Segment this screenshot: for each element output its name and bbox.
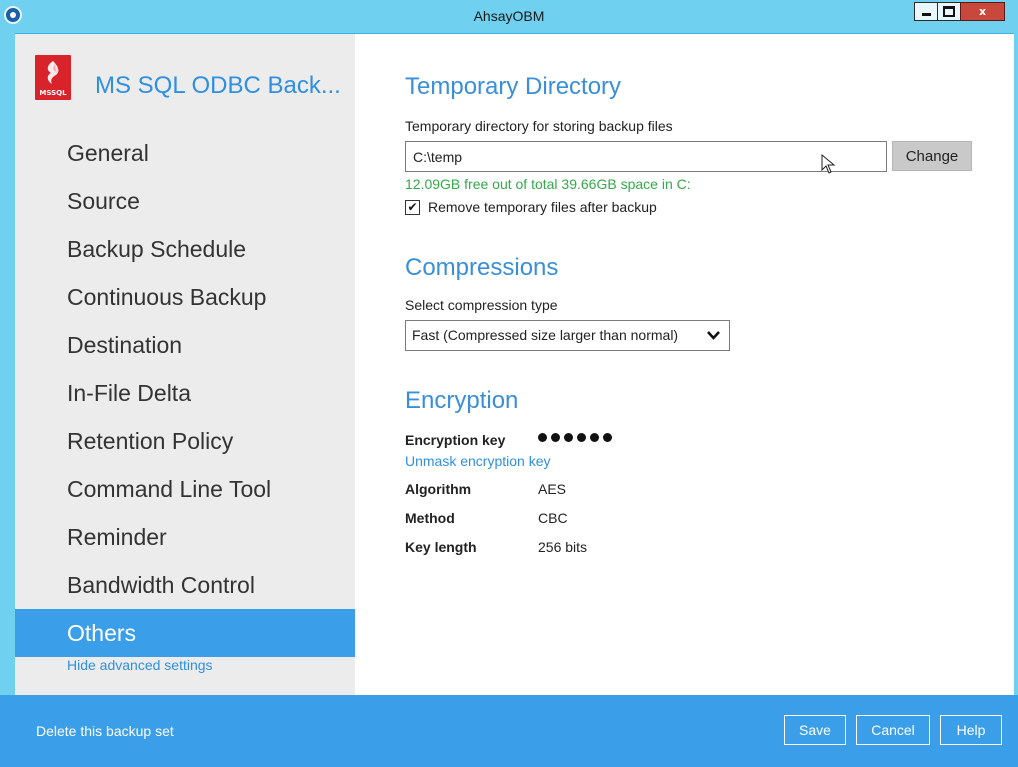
hide-advanced-settings-link[interactable]: Hide advanced settings bbox=[67, 657, 213, 673]
logo-caption: MSSQL bbox=[39, 89, 67, 97]
encryption-key-label: Encryption key bbox=[405, 432, 506, 448]
mssql-logo: MSSQL bbox=[35, 55, 71, 100]
temp-dir-input[interactable] bbox=[405, 141, 887, 172]
footer-bar: Delete this backup set Save Cancel Help bbox=[0, 695, 1018, 767]
unmask-encryption-key-link[interactable]: Unmask encryption key bbox=[405, 453, 551, 469]
title-bar[interactable]: AhsayOBM x bbox=[0, 0, 1018, 34]
delete-backup-set-link[interactable]: Delete this backup set bbox=[36, 723, 174, 739]
chevron-down-icon bbox=[707, 331, 720, 340]
temporary-directory-title: Temporary Directory bbox=[405, 73, 622, 100]
key-length-value: 256 bits bbox=[538, 539, 588, 555]
change-directory-button[interactable]: Change bbox=[892, 141, 972, 171]
save-button[interactable]: Save bbox=[784, 715, 846, 745]
method-label: Method bbox=[405, 510, 455, 526]
minimize-button[interactable] bbox=[914, 2, 938, 21]
sidebar-item-reminder[interactable]: Reminder bbox=[15, 513, 355, 561]
maximize-icon bbox=[943, 6, 955, 17]
sidebar-item-general[interactable]: General bbox=[15, 129, 355, 177]
method-value: CBC bbox=[538, 510, 568, 526]
remove-temp-files-checkbox[interactable]: ✔ bbox=[405, 199, 420, 215]
compression-type-select[interactable]: Fast (Compressed size larger than normal… bbox=[405, 320, 730, 351]
algorithm-value: AES bbox=[538, 481, 567, 497]
sidebar-item-destination[interactable]: Destination bbox=[15, 321, 355, 369]
mssql-icon bbox=[47, 61, 59, 84]
sidebar-item-continuous-backup[interactable]: Continuous Backup bbox=[15, 273, 355, 321]
app-window: AhsayOBM x MSSQL MS SQL ODBC Back... Gen… bbox=[0, 0, 1018, 767]
close-icon: x bbox=[978, 5, 987, 18]
masked-key-value bbox=[538, 433, 616, 442]
free-space-text: 12.09GB free out of total 39.66GB space … bbox=[405, 176, 691, 192]
compression-selected-value: Fast (Compressed size larger than normal… bbox=[412, 327, 679, 343]
close-button[interactable]: x bbox=[960, 2, 1005, 21]
encryption-title: Encryption bbox=[405, 387, 519, 414]
temp-dir-label: Temporary directory for storing backup f… bbox=[405, 118, 673, 134]
settings-nav: General Source Backup Schedule Continuou… bbox=[15, 129, 355, 657]
remove-temp-files-label[interactable]: Remove temporary files after backup bbox=[428, 199, 657, 215]
compression-type-label: Select compression type bbox=[405, 297, 558, 313]
sidebar-item-backup-schedule[interactable]: Backup Schedule bbox=[15, 225, 355, 273]
check-icon: ✔ bbox=[407, 200, 418, 214]
algorithm-label: Algorithm bbox=[405, 481, 472, 497]
window-title: AhsayOBM bbox=[473, 8, 545, 24]
settings-panel: Temporary Directory Temporary directory … bbox=[355, 34, 1014, 695]
window-controls: x bbox=[914, 2, 1005, 21]
cancel-button[interactable]: Cancel bbox=[856, 715, 930, 745]
key-length-label: Key length bbox=[405, 539, 477, 555]
remove-temp-files-row: ✔ Remove temporary files after backup bbox=[405, 199, 657, 215]
compressions-title: Compressions bbox=[405, 254, 559, 281]
window-frame-left bbox=[0, 33, 15, 767]
minimize-icon bbox=[921, 13, 931, 16]
sidebar-item-bandwidth-control[interactable]: Bandwidth Control bbox=[15, 561, 355, 609]
sidebar-item-source[interactable]: Source bbox=[15, 177, 355, 225]
help-button[interactable]: Help bbox=[940, 715, 1002, 745]
sidebar-item-command-line-tool[interactable]: Command Line Tool bbox=[15, 465, 355, 513]
sidebar-item-others[interactable]: Others bbox=[15, 609, 355, 657]
window-frame-right bbox=[1014, 33, 1018, 767]
backup-set-name: MS SQL ODBC Back... bbox=[95, 72, 341, 99]
sidebar-item-in-file-delta[interactable]: In-File Delta bbox=[15, 369, 355, 417]
sidebar-item-retention-policy[interactable]: Retention Policy bbox=[15, 417, 355, 465]
maximize-button[interactable] bbox=[937, 2, 961, 21]
mouse-pointer-icon bbox=[821, 154, 836, 174]
sidebar: MSSQL MS SQL ODBC Back... General Source… bbox=[15, 34, 355, 695]
